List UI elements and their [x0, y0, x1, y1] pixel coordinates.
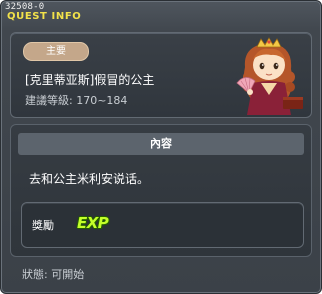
- quest-description: 去和公主米利安说话。: [29, 172, 150, 186]
- reward-box: 獎勵 EXP: [21, 202, 304, 248]
- quest-header-panel: 主要 [克里蒂亚斯]假冒的公主 建議等級: 170~184: [10, 32, 312, 118]
- quest-type-badge: 主要: [23, 42, 89, 61]
- princess-portrait-icon: [236, 37, 303, 115]
- level-requirement: 建議等級: 170~184: [25, 94, 128, 107]
- quest-content-panel: 內容 去和公主米利安说话。 獎勵 EXP: [10, 124, 312, 257]
- quest-info-window: 32508-0 QUEST INFO 主要 [克里蒂亚斯]假冒的公主 建議等級:…: [0, 0, 322, 294]
- quest-status: 狀態: 可開始: [22, 268, 85, 281]
- content-header: 內容: [18, 133, 304, 155]
- reward-label: 獎勵: [32, 219, 54, 232]
- exp-icon: EXP: [77, 214, 109, 232]
- quest-name: [克里蒂亚斯]假冒的公主: [25, 73, 155, 87]
- window-title: QUEST INFO: [7, 11, 82, 22]
